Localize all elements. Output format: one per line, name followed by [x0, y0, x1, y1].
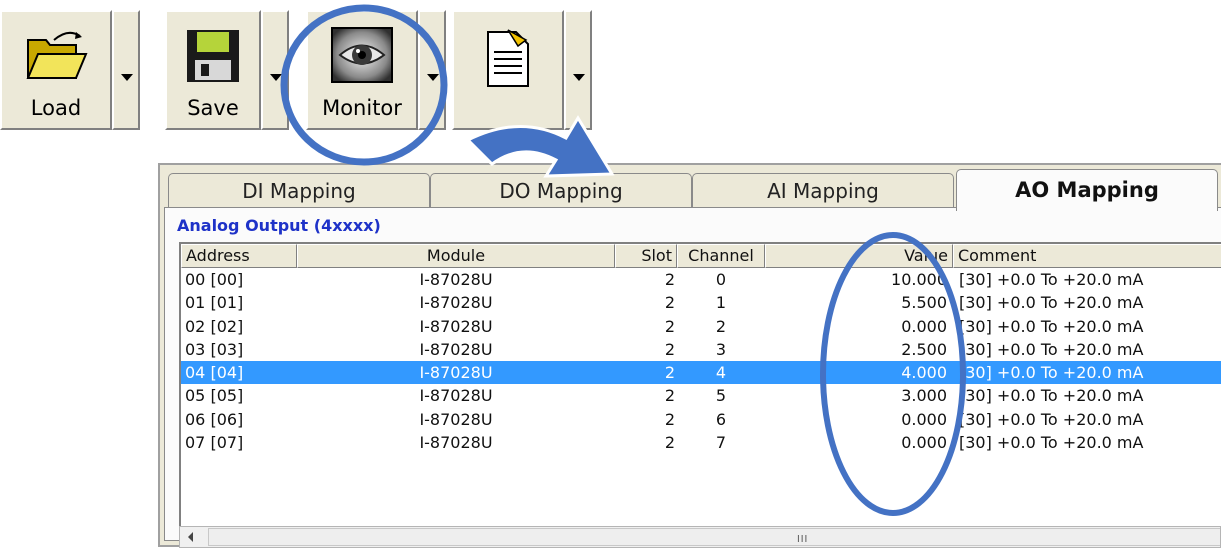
chevron-down-icon	[427, 74, 439, 81]
document-edit-icon	[482, 28, 534, 95]
save-button[interactable]: Save	[165, 10, 261, 130]
cell-comment: [30] +0.0 To +20.0 mA	[959, 409, 1144, 429]
cell-address: 07 [07]	[185, 433, 244, 453]
cell-module: I-87028U	[419, 293, 493, 313]
folder-open-icon	[24, 26, 88, 89]
io-mapping-window: DI Mapping DO Mapping AI Mapping AO Mapp…	[158, 163, 1221, 548]
cell-value: 3.000	[901, 386, 947, 406]
cell-module: I-87028U	[419, 409, 493, 429]
cell-channel: 7	[715, 433, 727, 453]
table-row[interactable]: 01 [01] I-87028U 2 1 5.500 [30] +0.0 To +20.0…	[181, 291, 1221, 314]
cell-slot: 2	[664, 316, 675, 336]
chevron-down-icon	[270, 74, 282, 81]
cell-comment: [30] +0.0 To +20.0 mA	[959, 293, 1144, 313]
ao-mapping-table: Address Module Slot Channel Value Commen…	[179, 242, 1221, 542]
cell-address: 00 [00]	[185, 270, 244, 289]
cell-channel: 4	[715, 363, 727, 383]
cell-module: I-87028U	[419, 363, 493, 383]
cell-channel: 5	[715, 386, 727, 406]
document-dropdown-button[interactable]	[564, 10, 592, 130]
cell-slot: 2	[664, 409, 675, 429]
cell-comment: [30] +0.0 To +20.0 mA	[959, 433, 1144, 453]
cell-address: 05 [05]	[185, 386, 244, 406]
cell-value: 0.000	[901, 316, 947, 336]
cell-module: I-87028U	[419, 270, 493, 289]
cell-address: 01 [01]	[185, 293, 244, 313]
table-row[interactable]: 04 [04] I-87028U 2 4 4.000 [30] +0.0 To +20.0…	[181, 361, 1221, 385]
scrollbar-thumb[interactable]: III	[208, 528, 1220, 546]
cell-comment: [30] +0.0 To +20.0 mA	[959, 386, 1144, 406]
cell-slot: 2	[664, 386, 675, 406]
tab-ao-mapping[interactable]: AO Mapping	[956, 169, 1218, 211]
cell-module: I-87028U	[419, 386, 493, 406]
cell-module: I-87028U	[419, 316, 493, 336]
horizontal-scrollbar[interactable]: III	[179, 526, 1221, 548]
save-label: Save	[187, 96, 239, 120]
monitor-dropdown-button[interactable]	[418, 10, 446, 130]
cell-address: 04 [04]	[185, 363, 244, 383]
tab-ai-mapping[interactable]: AI Mapping	[692, 173, 954, 209]
cell-slot: 2	[664, 339, 675, 359]
table-header: Address Module Slot Channel Value Commen…	[181, 244, 1221, 268]
table-row[interactable]: 05 [05] I-87028U 2 5 3.000 [30] +0.0 To +20.0…	[181, 384, 1221, 407]
cell-comment: [30] +0.0 To +20.0 mA	[959, 363, 1144, 383]
table-row[interactable]: 07 [07] I-87028U 2 7 0.000 [30] +0.0 To +20.0…	[181, 431, 1221, 454]
cell-slot: 2	[664, 293, 675, 313]
cell-slot: 2	[664, 433, 675, 453]
chevron-down-icon	[121, 74, 133, 81]
column-header-slot[interactable]: Slot	[615, 244, 677, 268]
load-dropdown-button[interactable]	[112, 10, 140, 130]
eye-icon	[330, 26, 394, 89]
document-button[interactable]	[452, 10, 564, 130]
column-header-module[interactable]: Module	[297, 244, 615, 268]
table-row[interactable]: 00 [00] I-87028U 2 0 10.000 [30] +0.0 To +20.…	[181, 268, 1221, 291]
cell-comment: [30] +0.0 To +20.0 mA	[959, 270, 1144, 289]
cell-comment: [30] +0.0 To +20.0 mA	[959, 339, 1144, 359]
cell-slot: 2	[664, 270, 675, 289]
cell-module: I-87028U	[419, 433, 493, 453]
mapping-tabs: DI Mapping DO Mapping AI Mapping AO Mapp…	[164, 169, 1221, 211]
cell-value: 4.000	[901, 363, 947, 383]
column-header-value[interactable]: Value	[765, 244, 953, 268]
cell-address: 02 [02]	[185, 316, 244, 336]
cell-channel: 2	[715, 316, 727, 336]
column-header-address[interactable]: Address	[181, 244, 297, 268]
cell-value: 5.500	[901, 293, 947, 313]
scrollbar-grip: III	[797, 534, 809, 545]
table-body: 00 [00] I-87028U 2 0 10.000 [30] +0.0 To +20.…	[181, 268, 1221, 454]
section-title: Analog Output (4xxxx)	[177, 216, 381, 235]
tab-di-mapping[interactable]: DI Mapping	[168, 173, 430, 209]
table-row[interactable]: 02 [02] I-87028U 2 2 0.000 [30] +0.0 To +20.0…	[181, 315, 1221, 338]
cell-value: 0.000	[901, 409, 947, 429]
table-row[interactable]: 03 [03] I-87028U 2 3 2.500 [30] +0.0 To +20.0…	[181, 338, 1221, 361]
monitor-label: Monitor	[322, 96, 402, 120]
table-row[interactable]: 06 [06] I-87028U 2 6 0.000 [30] +0.0 To +20.0…	[181, 408, 1221, 431]
floppy-disk-icon	[183, 26, 243, 91]
cell-address: 06 [06]	[185, 409, 244, 429]
cell-address: 03 [03]	[185, 339, 244, 359]
save-dropdown-button[interactable]	[261, 10, 289, 130]
cell-channel: 3	[715, 339, 727, 359]
chevron-down-icon	[573, 74, 585, 81]
cell-value: 2.500	[901, 339, 947, 359]
ao-mapping-panel: Analog Output (4xxxx) Address Module Slo…	[164, 207, 1221, 548]
load-button[interactable]: Load	[0, 10, 112, 130]
scroll-left-arrow-icon[interactable]	[188, 532, 193, 542]
cell-value: 10.000	[891, 270, 947, 289]
column-header-comment[interactable]: Comment	[953, 244, 1221, 268]
cell-value: 0.000	[901, 433, 947, 453]
monitor-button[interactable]: Monitor	[306, 10, 418, 130]
cell-module: I-87028U	[419, 339, 493, 359]
tab-do-mapping[interactable]: DO Mapping	[430, 173, 692, 209]
cell-channel: 1	[715, 293, 727, 313]
cell-comment: [30] +0.0 To +20.0 mA	[959, 316, 1144, 336]
cell-channel: 6	[715, 409, 727, 429]
column-header-channel[interactable]: Channel	[677, 244, 765, 268]
load-label: Load	[30, 96, 82, 120]
cell-channel: 0	[715, 270, 727, 289]
cell-slot: 2	[664, 363, 675, 383]
